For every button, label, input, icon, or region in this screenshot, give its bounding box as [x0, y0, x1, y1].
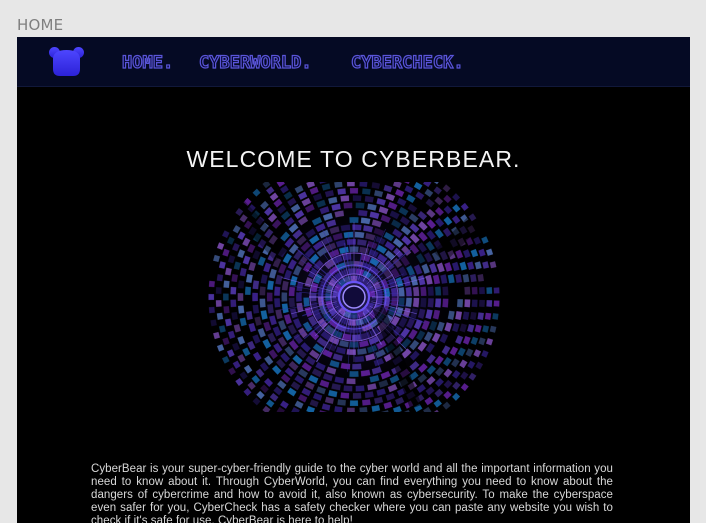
nav-cybercheck-link[interactable]: CYBERCHECK. [350, 50, 464, 76]
cyber-tunnel-image [176, 182, 532, 412]
nav-cyberworld-link[interactable]: CYBERWORLD. [198, 50, 312, 76]
site-frame: HOME. CYBERWORLD. CYBERCHECK. WELCOME TO… [17, 37, 690, 523]
top-navigation: HOME. CYBERWORLD. CYBERCHECK. [17, 37, 690, 87]
page-label: HOME [17, 16, 64, 34]
hero-title: WELCOME TO CYBERBEAR. [186, 146, 521, 173]
intro-paragraph: CyberBear is your super-cyber-friendly g… [91, 462, 613, 523]
bear-icon[interactable] [47, 45, 86, 78]
nav-home-link[interactable]: HOME. [121, 50, 173, 76]
